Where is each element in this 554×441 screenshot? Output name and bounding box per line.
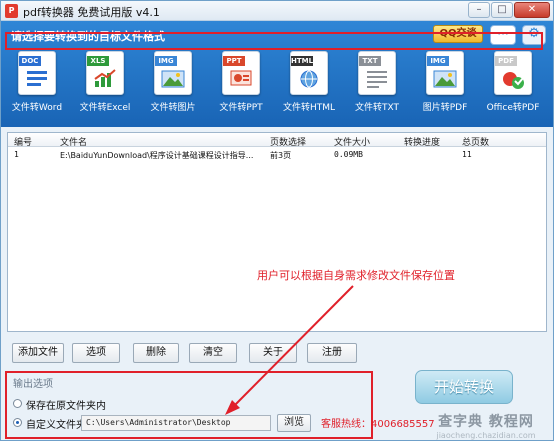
annotation-arrow [225,285,354,415]
app-window: P pdf转换器 免费试用版 v4.1 – □ ✕ 请选择要转换到的目标文件格式… [0,0,554,441]
